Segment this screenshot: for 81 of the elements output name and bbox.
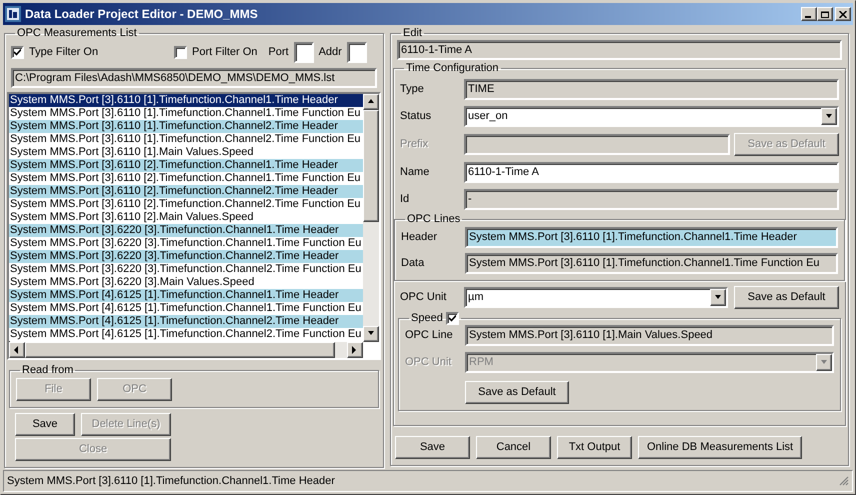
list-item[interactable]: System MMS.Port [3].6110 [2].Timefunction.Channel2.Time Header [9, 185, 363, 198]
push-button[interactable]: Save [395, 436, 470, 459]
scroll-button[interactable] [363, 94, 379, 110]
resize-grip-icon [839, 476, 849, 486]
push-button[interactable]: Save as Default [465, 381, 569, 404]
input-field[interactable]: 6110-1-Time A [464, 162, 839, 183]
group-title: Edit [403, 27, 422, 40]
field-label: Addr [318, 44, 342, 60]
field-label: Id [400, 192, 410, 208]
readonly-field[interactable]: System MMS.Port [3].6110 [1].Main Values.Speed [465, 325, 834, 346]
checkbox[interactable] [446, 312, 459, 325]
readonly-field[interactable]: TIME [464, 79, 839, 100]
list-item[interactable]: System MMS.Port [3].6110 [1].Timefunction.Channel1.Time Header [9, 94, 363, 107]
field-label: Data [401, 256, 426, 272]
readonly-field[interactable]: System MMS.Port [3].6110 [1].Timefunction.Channel1.Time Function Eu [465, 253, 838, 274]
maximize-button[interactable] [817, 7, 833, 21]
scroll-button[interactable] [9, 342, 25, 358]
field-label: Status [400, 109, 432, 124]
field-label: OPC Unit [405, 355, 452, 370]
group-title: OPC Lines [407, 213, 460, 226]
arrow-right-icon [351, 346, 359, 354]
group-title: Time Configuration [406, 62, 499, 75]
list-item[interactable]: System MMS.Port [4].6125 [1].Timefunction.Channel1.Time Function Eu [9, 302, 363, 315]
close-button[interactable] [835, 7, 851, 21]
app-icon [5, 6, 21, 22]
readonly-field[interactable]: - [464, 189, 839, 210]
dropdown-field[interactable]: µm [464, 287, 728, 308]
vertical-scrollbar[interactable] [363, 94, 379, 342]
window-title: Data Loader Project Editor - DEMO_MMS [25, 6, 259, 23]
list-item[interactable]: System MMS.Port [3].6220 [3].Timefunction.Channel1.Time Header [9, 224, 363, 237]
path-field[interactable]: C:\Program Files\Adash\MMS6850\DEMO_MMS\DEMO_MMS.lst [11, 68, 377, 88]
list-item[interactable]: System MMS.Port [4].6125 [1].Timefunction.Channel2.Time Function Eu [9, 328, 363, 341]
group-title: Read from [22, 364, 74, 377]
readonly-field[interactable]: 6110-1-Time A [397, 40, 842, 60]
list-item[interactable]: System MMS.Port [3].6220 [3].Timefunction.Channel2.Time Function Eu [9, 263, 363, 276]
list-item[interactable]: System MMS.Port [3].6110 [1].Timefunction.Channel2.Time Function Eu [9, 133, 363, 146]
group-title: Speed [411, 312, 443, 325]
status-text: System MMS.Port [3].6110 [1].Timefunction.Channel1.Time Header [7, 474, 336, 489]
minimize-button[interactable] [801, 7, 817, 21]
list-item[interactable]: System MMS.Port [3].6220 [3].Timefunction.Channel2.Time Header [9, 250, 363, 263]
scroll-button[interactable] [363, 326, 379, 342]
check-icon [448, 315, 456, 322]
push-button[interactable]: Cancel [476, 436, 551, 459]
arrow-down-icon [820, 358, 828, 366]
dropdown-field[interactable]: user_on [464, 106, 839, 127]
maximize-icon [821, 10, 829, 18]
close-icon [839, 10, 847, 18]
list-item[interactable]: System MMS.Port [3].6110 [1].Timefunction.Channel2.Time Header [9, 120, 363, 133]
list-item[interactable]: System MMS.Port [3].6110 [2].Timefunction.Channel2.Time Function Eu [9, 198, 363, 211]
arrow-down-icon [825, 112, 833, 120]
field-label: Type [400, 82, 425, 98]
arrow-down-icon [714, 294, 722, 302]
push-button[interactable]: Save [15, 413, 75, 436]
list-item[interactable]: System MMS.Port [3].6110 [2].Timefunction.Channel1.Time Function Eu [9, 172, 363, 185]
field-label: OPC Line [405, 328, 454, 344]
list-item[interactable]: System MMS.Port [3].6110 [2].Timefunction.Channel1.Time Header [9, 159, 363, 172]
checkbox[interactable] [174, 46, 187, 58]
input-field[interactable] [294, 42, 314, 62]
arrow-left-icon [13, 346, 21, 354]
arrow-up-icon [367, 98, 375, 106]
group-title: OPC Measurements List [17, 27, 137, 40]
scroll-thumb[interactable] [363, 110, 379, 222]
checkbox-label: Port Filter On [192, 44, 258, 60]
field-label: OPC Unit [400, 290, 448, 306]
check-icon [14, 48, 21, 56]
scroll-button[interactable] [347, 342, 363, 358]
checkbox[interactable] [11, 46, 24, 58]
push-button[interactable]: Save as Default [734, 286, 839, 309]
field-label: Port [268, 44, 289, 60]
checkbox-label: Type Filter On [29, 44, 100, 60]
field-label: Prefix [400, 137, 430, 152]
input-field[interactable] [346, 42, 367, 62]
field-label: Header [401, 230, 438, 246]
list-item[interactable]: System MMS.Port [4].6125 [1].Timefunction.Channel1.Time Header [9, 289, 363, 302]
field-label: Name [400, 165, 430, 180]
push-button[interactable]: Online DB Measurements List [638, 436, 802, 459]
list-item[interactable]: System MMS.Port [3].6220 [3].Timefunction.Channel1.Time Function Eu [9, 237, 363, 250]
list-item[interactable]: System MMS.Port [4].6125 [1].Timefunction.Channel2.Time Header [9, 315, 363, 328]
readonly-field[interactable]: System MMS.Port [3].6110 [1].Timefunction.Channel1.Time Header [465, 227, 838, 248]
push-button[interactable]: Txt Output [557, 436, 632, 459]
list-item[interactable]: System MMS.Port [3].6110 [1].Timefunction.Channel1.Time Function Eu [9, 107, 363, 120]
